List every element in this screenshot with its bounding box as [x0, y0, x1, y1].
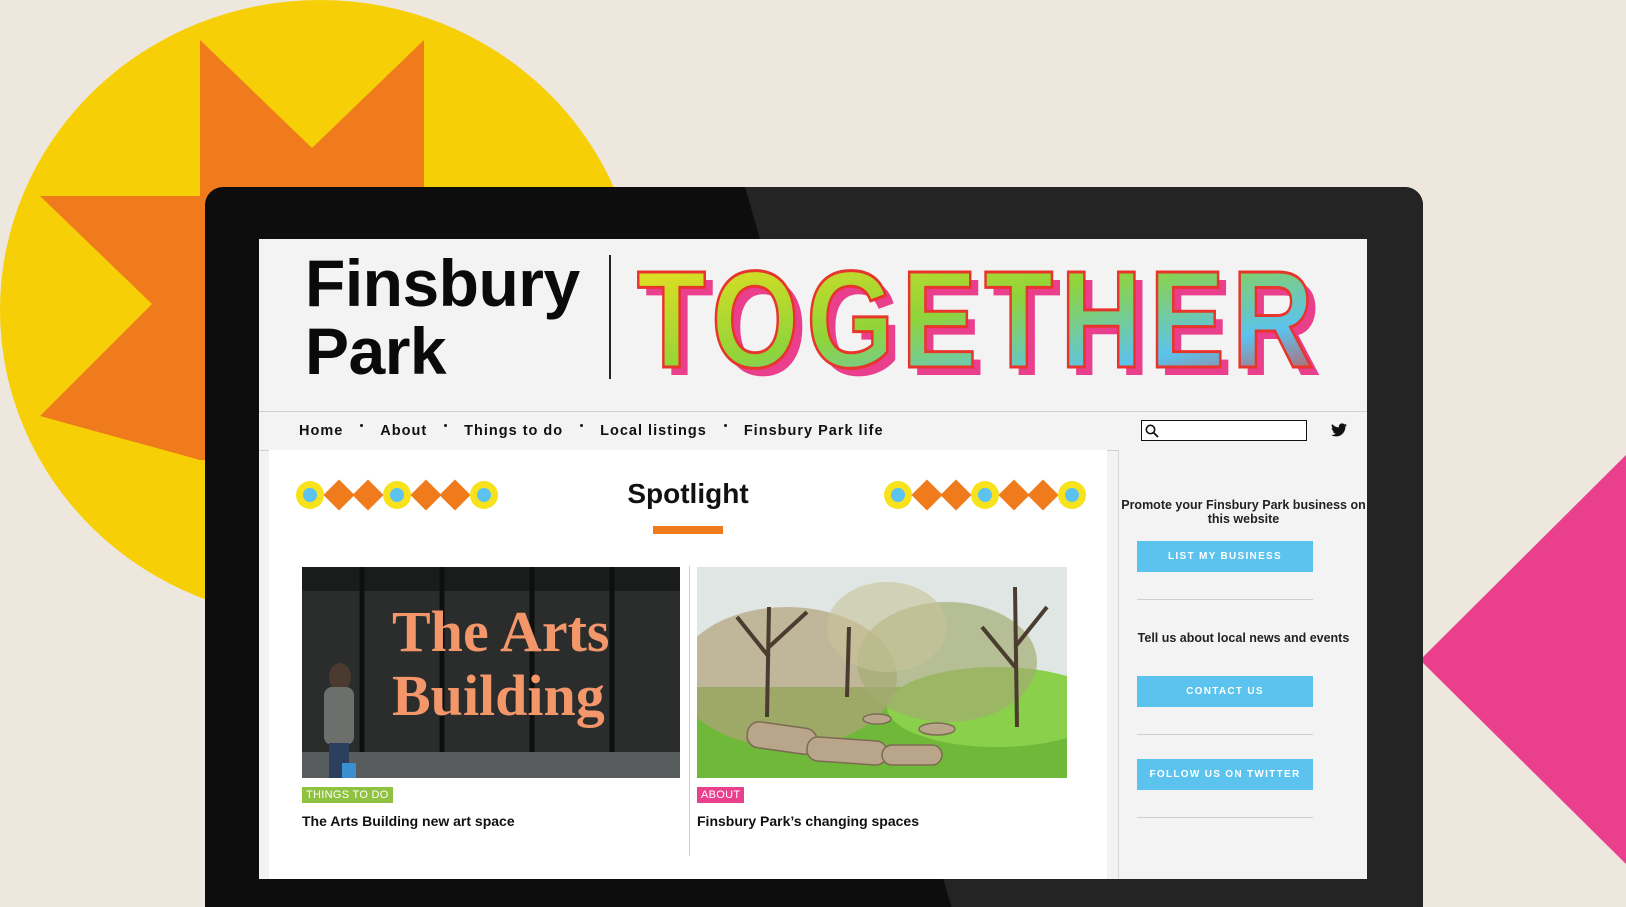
site-header: Finsbury Park TOGETHER TOGETHER: [259, 239, 1367, 411]
nav-separator: [444, 423, 448, 427]
nav-home[interactable]: Home: [299, 423, 343, 439]
promote-text: Promote your Finsbury Park business on t…: [1121, 498, 1366, 526]
article-card[interactable]: ABOUT Finsbury Park’s changing spaces: [697, 567, 1067, 829]
nav-separator: [360, 423, 364, 427]
arts-building-image: The Arts Building: [302, 567, 680, 778]
park-image: [697, 567, 1067, 778]
spotlight-underline: [653, 526, 723, 534]
article-title[interactable]: The Arts Building new art space: [302, 813, 680, 829]
logo-line-2: Park: [305, 314, 447, 388]
together-wordmark: TOGETHER TOGETHER: [637, 255, 1321, 379]
search-icon[interactable]: [1145, 424, 1159, 438]
sidebar-divider: [1137, 599, 1313, 600]
search-input[interactable]: [1162, 422, 1306, 440]
follow-twitter-button[interactable]: FOLLOW US ON TWITTER: [1137, 759, 1313, 790]
contact-us-button[interactable]: CONTACT US: [1137, 676, 1313, 707]
together-text: TOGETHER: [637, 255, 1321, 379]
category-tag[interactable]: THINGS TO DO: [302, 787, 393, 803]
twitter-icon[interactable]: [1331, 423, 1347, 437]
sidebar-divider: [1137, 734, 1313, 735]
nav-finsbury-park-life[interactable]: Finsbury Park life: [744, 423, 884, 439]
local-news-text: Tell us about local news and events: [1137, 631, 1350, 645]
list-my-business-button[interactable]: LIST MY BUSINESS: [1137, 541, 1313, 572]
sidebar: Promote your Finsbury Park business on t…: [1118, 450, 1367, 879]
card-divider: [689, 566, 690, 856]
header-divider: [609, 255, 611, 379]
category-tag[interactable]: ABOUT: [697, 787, 745, 803]
main-navigation: Home About Things to do Local listings F…: [259, 411, 1367, 451]
arts-building-sign-line-2: Building: [392, 663, 605, 728]
arts-building-sign-line-1: The Arts: [392, 599, 610, 664]
nav-separator: [580, 423, 584, 427]
nav-things-to-do[interactable]: Things to do: [464, 423, 563, 439]
arts-building-photo[interactable]: The Arts Building: [302, 567, 680, 778]
website-screen: Finsbury Park TOGETHER TOGETHER Home Abo…: [259, 239, 1367, 879]
nav-items: Home About Things to do Local listings F…: [299, 412, 884, 450]
nav-local-listings[interactable]: Local listings: [600, 423, 707, 439]
spotlight-heading: Spotlight: [627, 478, 749, 509]
article-card[interactable]: The Arts Building THINGS TO DO The Arts …: [302, 567, 680, 829]
logo-line-1: Finsbury: [305, 246, 580, 320]
spotlight-section: Spotlight The Arts Building THINGS TO DO…: [269, 450, 1107, 879]
pink-diamond-decoration: [1420, 455, 1626, 864]
article-title[interactable]: Finsbury Park’s changing spaces: [697, 813, 1067, 829]
search-box: [1141, 420, 1307, 441]
sidebar-divider: [1137, 817, 1313, 818]
park-photo[interactable]: [697, 567, 1067, 778]
nav-about[interactable]: About: [380, 423, 427, 439]
site-logo[interactable]: Finsbury Park: [305, 249, 580, 385]
nav-separator: [723, 423, 727, 427]
